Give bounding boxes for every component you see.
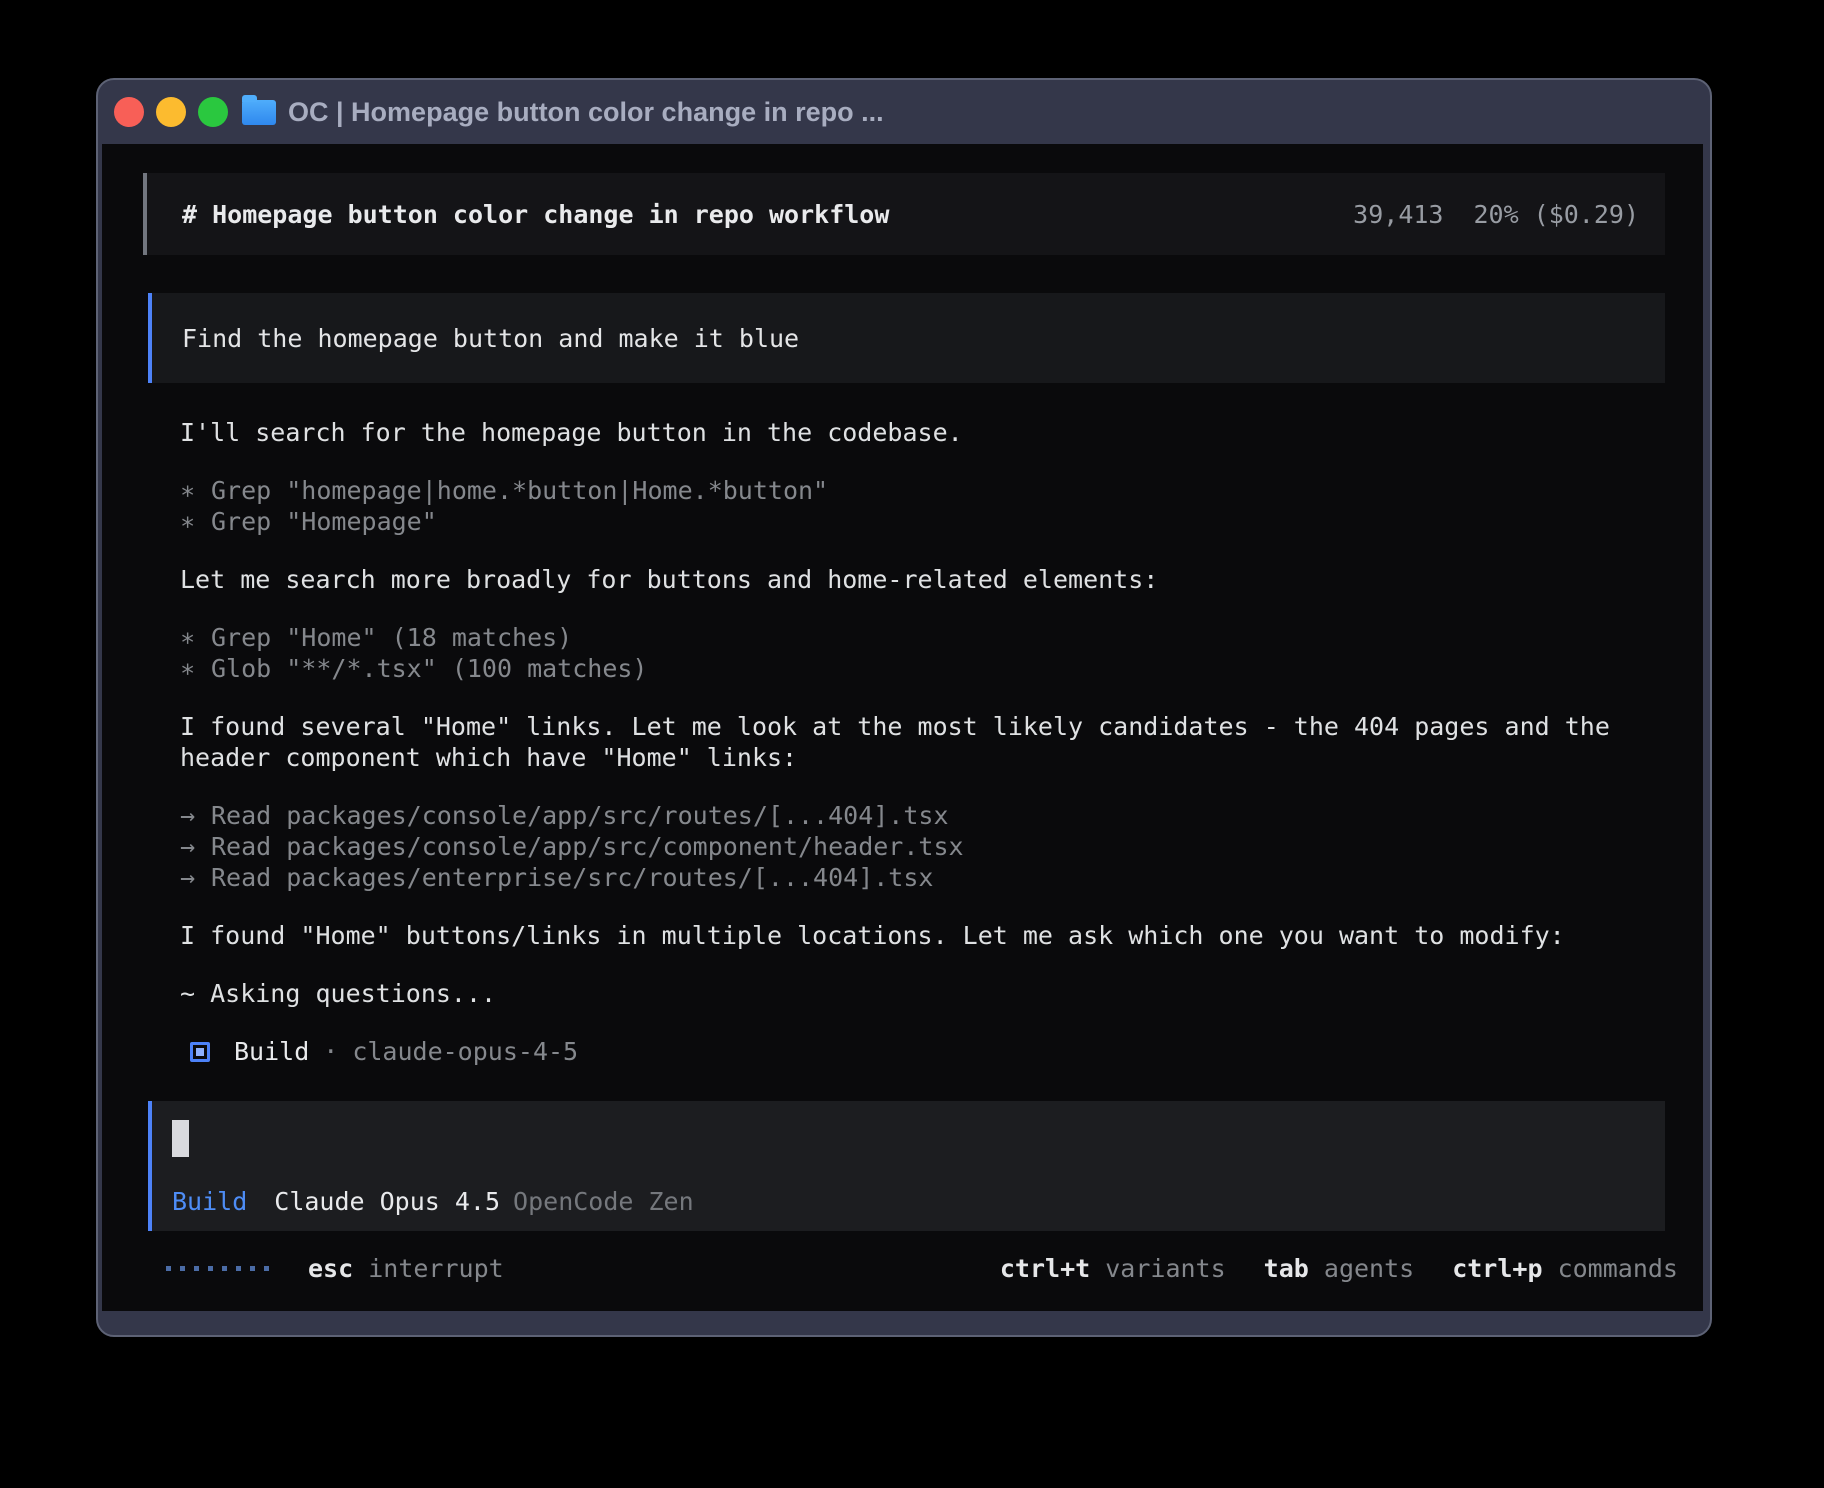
minimize-button[interactable] bbox=[156, 97, 186, 127]
asterisk-icon: ∗ bbox=[180, 506, 198, 537]
terminal-window: OC | Homepage button color change in rep… bbox=[96, 78, 1712, 1337]
model-status-line: Build Claude Opus 4.5 OpenCode Zen bbox=[172, 1186, 694, 1217]
status-bar: esc interrupt ctrl+t variants tab agents… bbox=[166, 1253, 1678, 1284]
hint-interrupt: esc interrupt bbox=[308, 1253, 504, 1284]
text-cursor bbox=[172, 1120, 189, 1157]
tool-call-glob: ∗Glob "**/*.tsx" (100 matches) bbox=[180, 653, 1663, 684]
tool-call-grep: ∗Grep "homepage|home.*button|Home.*butto… bbox=[180, 475, 1663, 506]
user-message: Find the homepage button and make it blu… bbox=[148, 293, 1665, 383]
assistant-text: I found "Home" buttons/links in multiple… bbox=[180, 920, 1663, 951]
window-titlebar: OC | Homepage button color change in rep… bbox=[98, 80, 1710, 144]
active-agent: Build bbox=[172, 1186, 247, 1217]
arrow-right-icon: → bbox=[180, 831, 198, 862]
tool-call-group: →Read packages/console/app/src/routes/[.… bbox=[180, 800, 1663, 893]
tool-call-read: →Read packages/console/app/src/component… bbox=[180, 831, 1663, 862]
model-provider: OpenCode Zen bbox=[513, 1186, 694, 1217]
activity-status: ~ Asking questions... bbox=[180, 978, 1663, 1009]
session-cost: ($0.29) bbox=[1534, 199, 1639, 230]
assistant-text: Let me search more broadly for buttons a… bbox=[180, 564, 1663, 595]
asterisk-icon: ∗ bbox=[180, 622, 198, 653]
session-header: # Homepage button color change in repo w… bbox=[143, 173, 1665, 255]
context-percent: 20% bbox=[1473, 199, 1518, 230]
asterisk-icon: ∗ bbox=[180, 475, 198, 506]
agent-badge: Build · claude-opus-4-5 bbox=[180, 1036, 1663, 1067]
tool-call-group: ∗Grep "Home" (18 matches) ∗Glob "**/*.ts… bbox=[180, 622, 1663, 684]
active-model: Claude Opus 4.5 bbox=[274, 1186, 500, 1217]
maximize-button[interactable] bbox=[198, 97, 228, 127]
agent-model: claude-opus-4-5 bbox=[352, 1036, 578, 1067]
user-message-text: Find the homepage button and make it blu… bbox=[182, 323, 799, 354]
tool-call-read: →Read packages/enterprise/src/routes/[..… bbox=[180, 862, 1663, 893]
session-title: # Homepage button color change in repo w… bbox=[182, 199, 889, 230]
prompt-input[interactable]: Build Claude Opus 4.5 OpenCode Zen bbox=[148, 1101, 1665, 1231]
agent-box-icon bbox=[190, 1042, 210, 1062]
hint-agents: tab agents bbox=[1264, 1253, 1415, 1284]
tool-call-grep: ∗Grep "Homepage" bbox=[180, 506, 1663, 537]
terminal-content: # Homepage button color change in repo w… bbox=[102, 144, 1703, 1311]
agent-name: Build bbox=[234, 1036, 309, 1067]
session-stats: 39,413 20% ($0.29) bbox=[1353, 199, 1639, 230]
traffic-lights bbox=[114, 97, 228, 127]
status-bar-left: esc interrupt bbox=[166, 1253, 504, 1284]
folder-icon bbox=[242, 100, 276, 125]
arrow-right-icon: → bbox=[180, 862, 198, 893]
assistant-text: I found several "Home" links. Let me loo… bbox=[180, 711, 1663, 773]
token-count: 39,413 bbox=[1353, 199, 1443, 230]
separator-dot: · bbox=[323, 1036, 338, 1067]
assistant-text: I'll search for the homepage button in t… bbox=[180, 417, 1663, 448]
hint-commands: ctrl+p commands bbox=[1452, 1253, 1678, 1284]
tool-call-group: ∗Grep "homepage|home.*button|Home.*butto… bbox=[180, 475, 1663, 537]
asterisk-icon: ∗ bbox=[180, 653, 198, 684]
status-bar-right: ctrl+t variants tab agents ctrl+p comman… bbox=[962, 1253, 1678, 1284]
tool-call-grep: ∗Grep "Home" (18 matches) bbox=[180, 622, 1663, 653]
close-button[interactable] bbox=[114, 97, 144, 127]
conversation: I'll search for the homepage button in t… bbox=[180, 417, 1663, 1067]
hint-variants: ctrl+t variants bbox=[1000, 1253, 1226, 1284]
spinner-dots-icon bbox=[166, 1266, 269, 1271]
window-title: OC | Homepage button color change in rep… bbox=[288, 97, 884, 128]
arrow-right-icon: → bbox=[180, 800, 198, 831]
tool-call-read: →Read packages/console/app/src/routes/[.… bbox=[180, 800, 1663, 831]
